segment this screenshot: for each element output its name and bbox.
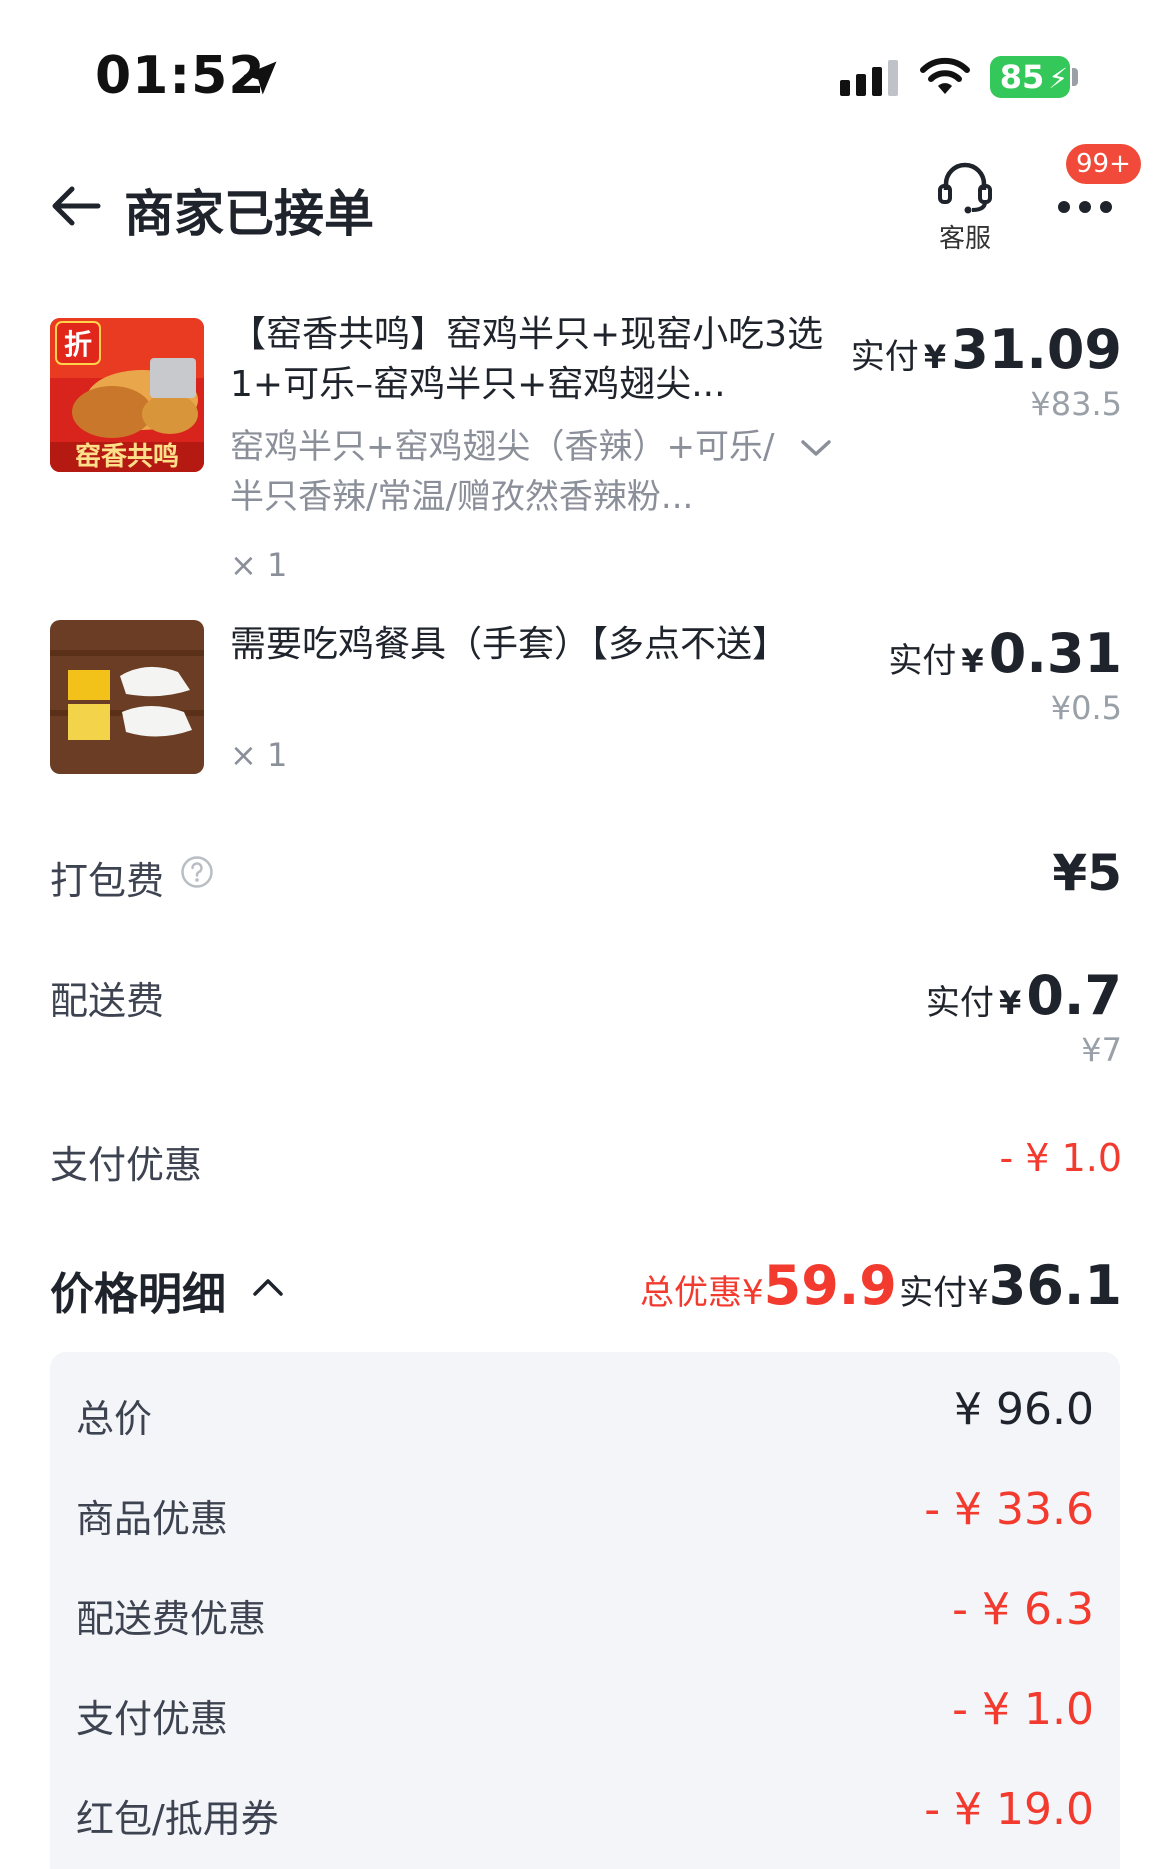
detail-value: ¥ 96.0 <box>954 1384 1094 1435</box>
detail-row-total: 总价 ¥ 96.0 <box>50 1360 1120 1460</box>
total-paid-value: 36.1 <box>988 1254 1122 1317</box>
detail-row-payment-discount: 支付优惠 - ¥ 1.0 <box>50 1660 1120 1760</box>
item-title: 需要吃鸡餐具（手套）【多点不送】 <box>230 624 789 665</box>
chevron-up-icon[interactable] <box>252 1276 284 1298</box>
yen-sign: ¥ <box>961 642 984 680</box>
detail-value: - ¥ 19.0 <box>924 1784 1094 1835</box>
detail-row-item-discount: 商品优惠 - ¥ 33.6 <box>50 1460 1120 1560</box>
wifi-icon <box>920 57 970 94</box>
delivery-fee-price: 实付 ¥ 0.7 ¥7 <box>926 964 1122 1069</box>
original-price: ¥83.5 <box>1030 385 1122 423</box>
item-quantity: × 1 <box>230 546 288 584</box>
delivery-fee-label: 配送费 <box>50 979 165 1023</box>
yen-sign: ¥ <box>967 1273 989 1313</box>
signal-icon <box>840 60 898 96</box>
total-discount-value: 59.9 <box>763 1254 897 1317</box>
chevron-down-icon[interactable] <box>800 438 832 458</box>
back-arrow-icon[interactable] <box>46 176 106 236</box>
paid-label: 实付 <box>850 337 919 377</box>
payment-discount-value: - ¥ 1.0 <box>999 1136 1122 1180</box>
status-bar: 01:52 85 ⚡ <box>0 0 1170 150</box>
customer-service-label: 客服 <box>938 224 991 254</box>
order-item[interactable]: 折 窑香共鸣 【窑香共鸣】窑鸡半只+现窑小吃3选1+可乐–窑鸡半只+窑鸡翅尖..… <box>0 310 1170 600</box>
item-price: 实付 ¥ 31.09 ¥83.5 <box>851 318 1122 423</box>
paid-value: 31.09 <box>951 318 1122 381</box>
detail-label: 红包/抵用券 <box>76 1797 279 1841</box>
item-price: 实付 ¥ 0.31 ¥0.5 <box>888 622 1122 727</box>
total-discount-label: 总优惠 <box>640 1273 742 1313</box>
detail-value: - ¥ 1.0 <box>952 1684 1094 1735</box>
total-discount: 总优惠¥59.9 <box>640 1254 897 1317</box>
delivery-original-price: ¥7 <box>1081 1031 1122 1069</box>
detail-row-coupon: 红包/抵用券 - ¥ 19.0 <box>50 1760 1120 1860</box>
battery-cap <box>1072 68 1078 86</box>
price-detail-panel: 总价 ¥ 96.0 商品优惠 - ¥ 33.6 配送费优惠 - ¥ 6.3 支付… <box>50 1352 1120 1869</box>
item-quantity: × 1 <box>230 736 288 774</box>
paid-value: 0.31 <box>988 622 1122 685</box>
detail-value: - ¥ 33.6 <box>924 1484 1094 1535</box>
item-title: 【窑香共鸣】窑鸡半只+现窑小吃3选1+可乐–窑鸡半只+窑鸡翅尖... <box>230 314 824 405</box>
item-thumbnail: 折 窑香共鸣 <box>50 318 204 472</box>
detail-label: 支付优惠 <box>76 1697 229 1741</box>
packing-fee-label: 打包费 <box>50 859 165 903</box>
payment-discount-label: 支付优惠 <box>50 1143 203 1187</box>
notification-badge: 99+ <box>1066 144 1141 184</box>
payment-discount-row: 支付优惠 - ¥ 1.0 <box>0 1130 1170 1200</box>
price-detail-title[interactable]: 价格明细 <box>50 1258 226 1322</box>
yen-sign: ¥ <box>742 1273 764 1313</box>
total-paid-label: 实付 <box>899 1273 968 1313</box>
paid-label: 实付 <box>925 983 994 1023</box>
headset-icon <box>938 162 992 214</box>
total-paid: 实付¥36.1 <box>899 1254 1122 1317</box>
delivery-paid-value: 0.7 <box>1026 964 1122 1027</box>
delivery-fee-row: 配送费 实付 ¥ 0.7 ¥7 <box>0 960 1170 1080</box>
packing-fee-value: ¥5 <box>1052 844 1122 902</box>
more-icon <box>1058 201 1112 213</box>
detail-label: 配送费优惠 <box>76 1597 267 1641</box>
location-arrow-icon <box>243 61 277 95</box>
detail-value: - ¥ 6.3 <box>952 1584 1094 1635</box>
order-item[interactable]: 需要吃鸡餐具（手套）【多点不送】 × 1 实付 ¥ 0.31 ¥0.5 <box>0 620 1170 790</box>
bolt-icon: ⚡ <box>1048 62 1068 95</box>
detail-label: 总价 <box>76 1397 153 1441</box>
battery-level: 85 <box>999 58 1045 96</box>
item-thumbnail <box>50 620 204 774</box>
yen-sign: ¥ <box>998 984 1022 1022</box>
detail-label: 商品优惠 <box>76 1497 229 1541</box>
packing-fee-row: 打包费 ¥5 <box>0 840 1170 920</box>
original-price: ¥0.5 <box>1050 689 1122 727</box>
thumb-tag: 折 <box>64 328 92 361</box>
battery-charging-icon: 85 ⚡ <box>990 56 1070 98</box>
paid-label: 实付 <box>888 641 957 681</box>
more-button[interactable] <box>1050 178 1120 238</box>
help-icon[interactable] <box>180 855 214 889</box>
customer-service-button[interactable]: 客服 <box>920 160 1010 260</box>
detail-row-delivery-discount: 配送费优惠 - ¥ 6.3 <box>50 1560 1120 1660</box>
item-spec: 窑鸡半只+窑鸡翅尖（香辣）+可乐/半只香辣/常温/赠孜然香辣粉... <box>230 427 775 517</box>
yen-sign: ¥ <box>923 338 947 376</box>
page-title: 商家已接单 <box>124 185 374 243</box>
thumb-caption: 窑香共鸣 <box>75 441 179 472</box>
